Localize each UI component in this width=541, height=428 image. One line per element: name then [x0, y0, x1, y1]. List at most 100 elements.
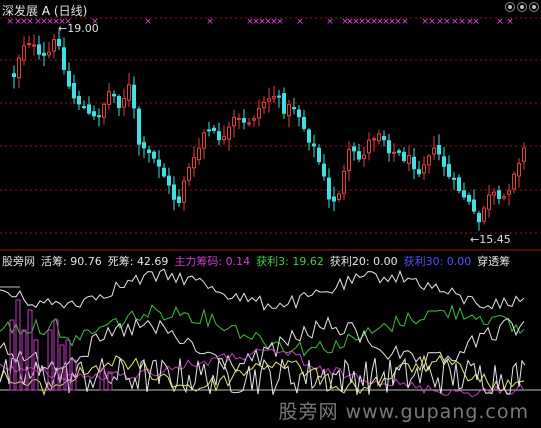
- candle-body: [417, 169, 421, 175]
- candle-body: [27, 43, 31, 46]
- candle-body: [217, 131, 221, 141]
- low-price-label: 15.45: [479, 233, 511, 246]
- candle-body: [442, 156, 446, 167]
- candle-body: [127, 84, 131, 101]
- candle-body: [77, 95, 81, 105]
- candle-body: [57, 38, 61, 47]
- candle-body: [87, 104, 91, 114]
- legend-item-3: 获利3: 19.62: [256, 255, 324, 268]
- candle-body: [347, 149, 351, 171]
- candle-body: [247, 122, 251, 125]
- candle-body: [17, 57, 21, 79]
- candle-body: [482, 207, 486, 222]
- candle-body: [117, 96, 121, 109]
- candle-body: [322, 163, 326, 177]
- candle-body: [502, 196, 506, 199]
- candle-body: [47, 51, 51, 56]
- signal-marker: ×: [206, 17, 214, 27]
- lock-icon[interactable]: A: [42, 4, 50, 18]
- candle-body: [12, 73, 16, 78]
- candle-body: [242, 117, 246, 123]
- candle-body: [497, 190, 501, 200]
- candle-body: [327, 177, 331, 200]
- candle-body: [62, 47, 66, 70]
- candle-body: [177, 196, 181, 204]
- candle-body: [157, 159, 161, 167]
- signal-marker: ×: [401, 17, 409, 27]
- candle-body: [167, 175, 171, 186]
- candle-body: [52, 39, 56, 52]
- signal-marker: ×: [458, 17, 466, 27]
- candle-body: [227, 126, 231, 140]
- candle-body: [187, 167, 191, 181]
- candle-body: [332, 196, 336, 202]
- candle-body: [257, 108, 261, 119]
- candle-body: [72, 83, 76, 99]
- legend-item-6: 穿透筹: [477, 255, 511, 268]
- legend-source: 股旁网: [2, 255, 35, 268]
- candle-body: [382, 136, 386, 141]
- candle-body: [82, 106, 86, 109]
- candle-body: [292, 107, 296, 110]
- candle-body: [147, 149, 151, 154]
- candle-body: [402, 151, 406, 162]
- high-price-annotation: ←19.00: [58, 22, 99, 35]
- candle-body: [192, 157, 196, 169]
- signal-marker: ×: [443, 17, 451, 27]
- candle-body: [372, 138, 376, 141]
- candle-body: [302, 116, 306, 129]
- candle-body: [252, 118, 256, 121]
- candle-body: [232, 116, 236, 127]
- candle-body: [112, 93, 116, 97]
- candle-body: [97, 115, 101, 118]
- candle-body: [377, 133, 381, 142]
- candle-body: [447, 164, 451, 177]
- watermark: 股旁网 www.gupang.com: [278, 401, 529, 423]
- profit20-line: [0, 356, 526, 395]
- chart-canvas[interactable]: × ××× ×××××× × × × ×××××× × × ×××××××××× × × × × × × × ××…: [0, 0, 541, 428]
- main-chips-bar: [53, 319, 59, 391]
- candle-body: [37, 44, 41, 55]
- candle-body: [262, 101, 266, 109]
- period-label[interactable]: (日线): [54, 4, 87, 18]
- candle-body: [397, 150, 401, 153]
- legend-item-4: 获利20: 0.00: [329, 255, 398, 268]
- candle-body: [437, 145, 441, 155]
- candle-body: [67, 70, 71, 87]
- candle-body: [507, 190, 511, 195]
- candle-body: [102, 103, 106, 118]
- candle-body: [422, 164, 426, 174]
- candle-body: [197, 147, 201, 161]
- candle-body: [432, 147, 436, 155]
- maximize-button[interactable]: [517, 2, 527, 12]
- candle-body: [457, 177, 461, 192]
- candle-body: [207, 129, 211, 132]
- candle-body: [172, 184, 176, 200]
- signal-marker: ×: [506, 17, 514, 27]
- candle-body: [477, 213, 481, 223]
- candle-body: [287, 104, 291, 117]
- close-button[interactable]: [529, 2, 539, 12]
- candle-body: [412, 156, 416, 170]
- candle-body: [162, 167, 166, 177]
- window-buttons: [505, 2, 539, 12]
- candle-body: [307, 129, 311, 143]
- signal-marker: ×: [144, 17, 152, 27]
- candle-body: [522, 147, 526, 162]
- candle-body: [517, 163, 521, 177]
- minimize-button[interactable]: [505, 2, 515, 12]
- candle-body: [142, 142, 146, 149]
- candle-body: [122, 97, 126, 108]
- candle-body: [337, 193, 341, 200]
- candle-body: [107, 91, 111, 105]
- candle-body: [267, 98, 271, 102]
- active-chips-line: [0, 268, 525, 311]
- candle-body: [362, 154, 366, 160]
- signal-marker: ×: [472, 17, 480, 27]
- profit3-line: [0, 304, 525, 357]
- candle-body: [132, 84, 136, 109]
- candle-body: [427, 155, 431, 166]
- candle-body: [317, 147, 321, 163]
- candle-body: [92, 111, 96, 117]
- candle-body: [152, 151, 156, 159]
